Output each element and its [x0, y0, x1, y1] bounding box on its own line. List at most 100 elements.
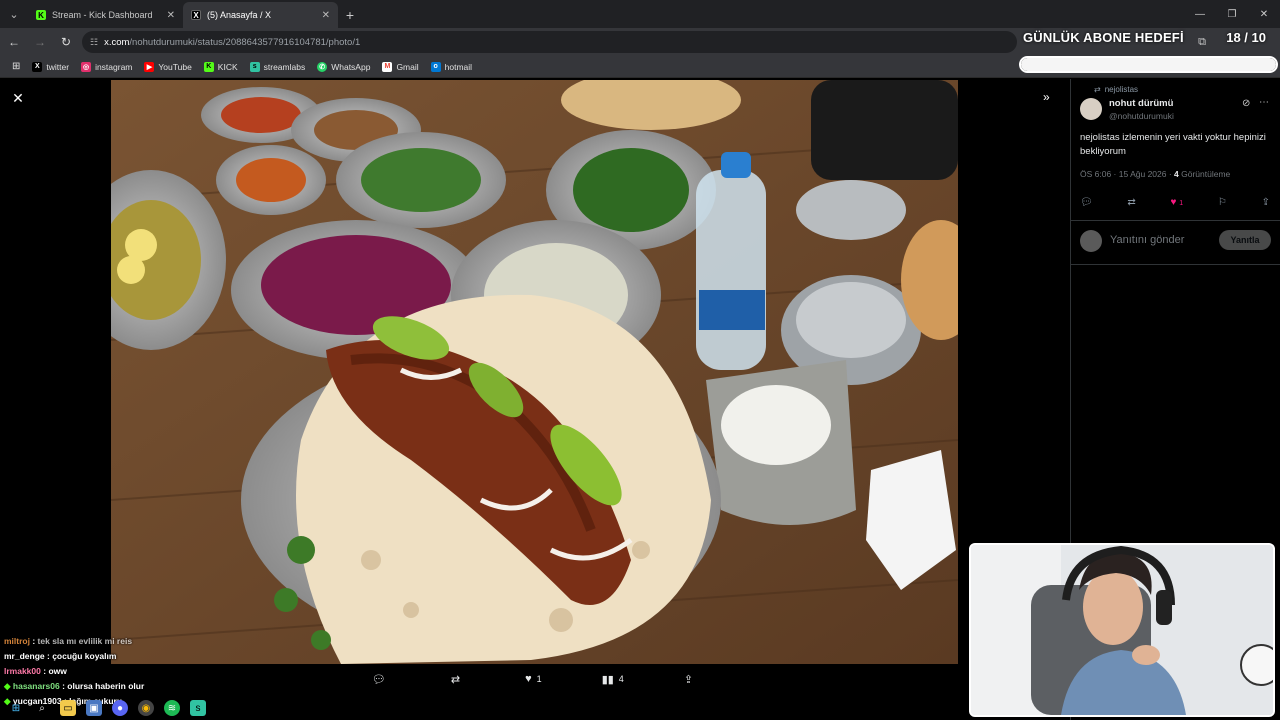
- chat-username: lrmakk00: [4, 666, 41, 676]
- bookmark-hotmail[interactable]: o hotmail: [425, 57, 478, 77]
- chat-username: mr_denge: [4, 651, 45, 661]
- repost-icon: ⇄: [450, 673, 461, 686]
- search-icon[interactable]: ⌕: [34, 700, 50, 716]
- close-icon[interactable]: ✕: [10, 90, 26, 106]
- kick-icon: K: [36, 10, 46, 20]
- file-explorer-icon[interactable]: ▭: [60, 700, 76, 716]
- browser-tab-strip: ⌄ K Stream - Kick Dashboard ✕ X (5) Anas…: [0, 0, 1280, 28]
- tab-close-icon[interactable]: ✕: [167, 10, 175, 21]
- bookmark-instagram[interactable]: ◎ instagram: [75, 57, 138, 77]
- reply-input[interactable]: Yanıtını gönder: [1110, 234, 1184, 246]
- bookmark-youtube[interactable]: ▶ YouTube: [138, 57, 197, 77]
- like-button[interactable]: ♥ 1: [525, 673, 542, 685]
- chat-text: tek sla mı evlilik mi reis: [37, 636, 133, 646]
- windows-start-icon[interactable]: ⊞: [8, 700, 24, 716]
- my-avatar: [1080, 230, 1102, 252]
- url-host: x.com: [104, 36, 130, 48]
- chat-text: oww: [48, 666, 67, 676]
- tab-close-icon[interactable]: ✕: [322, 10, 330, 21]
- discord-icon[interactable]: ●: [112, 700, 128, 716]
- reply-button[interactable]: 💬︎: [372, 673, 391, 686]
- tab-search-chevron-icon[interactable]: ⌄: [0, 0, 28, 28]
- repost-button[interactable]: ⇄: [451, 673, 465, 686]
- share-button[interactable]: ⇪: [684, 673, 698, 686]
- streamer-webcam-illustration: [971, 545, 1273, 715]
- repost-icon[interactable]: ⇄: [1127, 197, 1135, 208]
- divider: [1070, 220, 1280, 221]
- bookmark-whatsapp[interactable]: ✆ WhatsApp: [311, 57, 376, 77]
- chat-text: olursa haberin olur: [67, 681, 145, 691]
- tweet-photo[interactable]: [111, 80, 958, 664]
- reply-icon: 💬︎: [371, 673, 386, 686]
- grok-icon[interactable]: ⊘: [1242, 98, 1250, 109]
- tab-x-home[interactable]: X (5) Anasayfa / X ✕: [183, 2, 338, 28]
- like-count: 1: [1179, 200, 1184, 207]
- bookmark-streamlabs[interactable]: s streamlabs: [244, 57, 312, 77]
- whatsapp-icon: ✆: [317, 61, 328, 72]
- chat-message: lrmakk00 : oww: [4, 666, 67, 676]
- chat-message: mr_denge : çocuğu koyalım: [4, 651, 117, 661]
- url-input[interactable]: ☷ x.com/nohutdurumuki/status/20886435779…: [82, 31, 1017, 53]
- food-photo-illustration: [111, 80, 958, 664]
- tweet-actions: 💬︎ ⇄ ♥ 1 ⚐ ⇪: [1080, 197, 1270, 208]
- bookmark-icon[interactable]: ⚐: [1218, 197, 1227, 208]
- tweet-text: nejolistas izlemenin yeri vakti yoktur h…: [1080, 132, 1266, 157]
- x-icon: X: [32, 61, 43, 72]
- more-options-icon[interactable]: ⋯: [1259, 97, 1269, 108]
- subscriber-goal-bar: [1019, 56, 1278, 73]
- view-label: Görüntüleme: [1178, 169, 1231, 179]
- repost-small-icon: ⇄: [1094, 85, 1101, 94]
- views-icon: ▮▮: [601, 673, 614, 686]
- chat-username: hasanars06: [12, 681, 60, 691]
- x-icon: X: [191, 10, 201, 20]
- bookmark-twitter[interactable]: Xtwitter: [26, 57, 75, 77]
- close-window-icon[interactable]: ✕: [1248, 0, 1280, 28]
- new-tab-button[interactable]: +: [338, 2, 362, 28]
- subscriber-badge-icon: ◆: [4, 681, 13, 691]
- app-icon[interactable]: ▣: [86, 700, 102, 716]
- chat-message: ◆ hasanars06 : olursa haberin olur: [4, 681, 145, 691]
- bookmark-kick[interactable]: K KICK: [198, 57, 244, 77]
- tab-kick-dashboard[interactable]: K Stream - Kick Dashboard ✕: [28, 2, 183, 28]
- chat-text: çocuğu koyalım: [52, 651, 117, 661]
- heart-icon: ♥: [525, 673, 532, 685]
- gmail-icon: M: [382, 61, 393, 72]
- site-info-icon[interactable]: ☷: [90, 37, 98, 48]
- youtube-icon: ▶: [144, 61, 155, 72]
- kick-icon: K: [203, 61, 214, 72]
- bookmark-gmail[interactable]: M Gmail: [376, 57, 424, 77]
- forward-arrow-icon[interactable]: →: [28, 30, 52, 54]
- repost-note[interactable]: ⇄ nejolistas: [1094, 85, 1138, 94]
- expand-panel-icon[interactable]: »: [1043, 90, 1050, 104]
- minimize-icon[interactable]: —: [1184, 0, 1216, 28]
- author-avatar[interactable]: [1080, 98, 1102, 120]
- subscriber-goal-count: 18 / 10: [1226, 30, 1266, 45]
- chrome-icon[interactable]: ◉: [138, 700, 154, 716]
- reply-submit-button[interactable]: Yanıtla: [1219, 230, 1271, 250]
- chat-username: miltroj: [4, 636, 30, 646]
- tweet-meta: ÖS 6:06 · 15 Ağu 2026 · 4 Görüntüleme: [1080, 169, 1230, 179]
- share-icon: ⇪: [683, 673, 694, 686]
- apps-grid-icon[interactable]: ⊞: [6, 57, 26, 77]
- tab-title: Stream - Kick Dashboard: [52, 10, 153, 20]
- views-button[interactable]: ▮▮ 4: [602, 673, 624, 686]
- subscriber-goal-fill: [1021, 58, 1276, 71]
- streamlabs-icon[interactable]: s: [190, 700, 206, 716]
- spotify-icon[interactable]: ≋: [164, 700, 180, 716]
- subscriber-goal-title: GÜNLÜK ABONE HEDEFİ: [1023, 30, 1184, 45]
- author-name[interactable]: nohut dürümü: [1109, 98, 1173, 109]
- hotmail-icon: o: [430, 61, 441, 72]
- back-arrow-icon[interactable]: ←: [2, 30, 26, 54]
- reload-icon[interactable]: ↻: [54, 30, 78, 54]
- instagram-icon: ◎: [81, 61, 92, 72]
- heart-icon[interactable]: ♥ 1: [1171, 197, 1184, 208]
- taskbar: ⊞ ⌕ ▭ ▣ ● ◉ ≋ s: [0, 696, 270, 720]
- restore-icon[interactable]: ❐: [1216, 0, 1248, 28]
- share-icon[interactable]: ⇪: [1262, 197, 1270, 208]
- tab-title: (5) Anasayfa / X: [207, 10, 272, 20]
- extensions-icon[interactable]: ⧉: [1194, 34, 1210, 50]
- author-handle[interactable]: @nohutdurumuki: [1109, 111, 1174, 121]
- reply-icon[interactable]: 💬︎: [1080, 197, 1093, 208]
- webcam-overlay: [969, 543, 1275, 717]
- tweet-timestamp[interactable]: ÖS 6:06 · 15 Ağu 2026 ·: [1080, 169, 1174, 179]
